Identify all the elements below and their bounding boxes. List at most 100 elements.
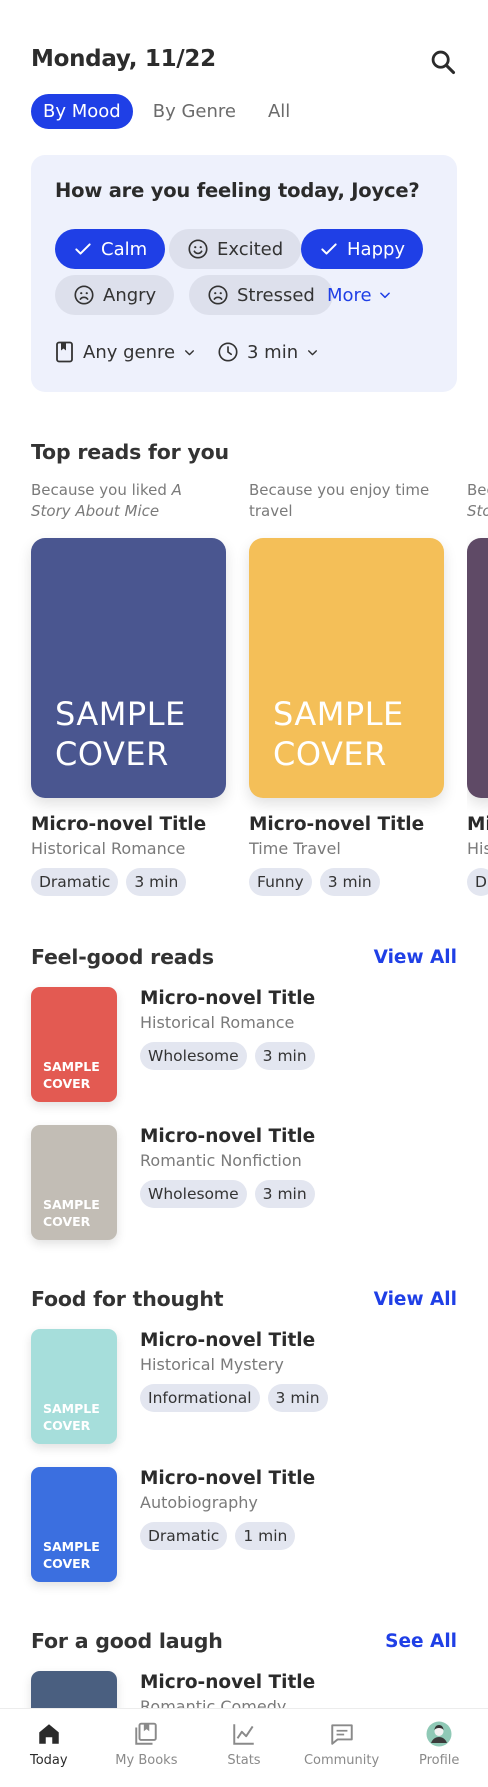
- mood-chip-label: Angry: [103, 284, 157, 306]
- duration-pill: 3 min: [267, 1384, 328, 1412]
- bottom-nav: Today My Books Stats Community Profile: [0, 1708, 488, 1787]
- recommendation-reason: BecSto: [467, 481, 488, 520]
- page-title: Monday, 11/22: [31, 46, 216, 72]
- book-genre: His: [467, 839, 488, 858]
- book-cover: SAMPLE COVER: [31, 987, 117, 1102]
- book-genre: Historical Mystery: [140, 1355, 284, 1374]
- frown-icon: [74, 285, 94, 305]
- book-cover: SAMPLE COVER: [31, 1125, 117, 1240]
- book-title: Micro-novel Title: [140, 988, 316, 1009]
- mood-chip-happy[interactable]: Happy: [301, 229, 424, 269]
- nav-label: Community: [303, 1753, 380, 1768]
- tag-pill: D: [467, 868, 488, 896]
- time-filter[interactable]: 3 min: [217, 341, 319, 363]
- mood-chip-label: Stressed: [237, 284, 315, 306]
- check-icon: [75, 243, 91, 255]
- mood-chip-calm[interactable]: Calm: [55, 229, 166, 269]
- mood-chip-stressed[interactable]: Stressed: [189, 275, 333, 315]
- book-cover: SAMPLE COVER: [249, 538, 444, 798]
- nav-community[interactable]: Community: [293, 1709, 391, 1787]
- nav-label: Stats: [227, 1753, 261, 1768]
- time-filter-label: 3 min: [247, 341, 299, 363]
- books-icon: [135, 1722, 158, 1745]
- book-title: Micro-novel Title: [140, 1468, 316, 1489]
- tab-by-mood[interactable]: By Mood: [31, 94, 133, 129]
- book-genre: Historical Romance: [31, 839, 186, 858]
- recommendation-reason: Because you enjoy time travel: [249, 481, 430, 520]
- header: Monday, 11/22: [31, 46, 457, 80]
- chevron-down-icon: [379, 292, 390, 299]
- book-genre: Romantic Nonfiction: [140, 1151, 302, 1170]
- duration-pill: 3 min: [126, 868, 187, 896]
- list-item[interactable]: SAMPLE COVER Micro-novel Title Historica…: [31, 987, 457, 1102]
- top-read-card[interactable]: Because you enjoy time travel SAMPLE COV…: [249, 480, 444, 896]
- book-title: Micro-novel Title: [140, 1672, 316, 1693]
- nav-label: My Books: [115, 1753, 178, 1768]
- more-moods-button[interactable]: More: [327, 275, 392, 315]
- tag-pill: Funny: [249, 868, 312, 896]
- list-item[interactable]: SAMPLE COVER Micro-novel Title Historica…: [31, 1329, 457, 1444]
- nav-my-books[interactable]: My Books: [98, 1709, 196, 1787]
- list-item[interactable]: SAMPLE COVER Micro-novel Title Romantic …: [31, 1125, 457, 1240]
- filter-tabs: By Mood By Genre All: [31, 94, 310, 129]
- top-read-card-partial[interactable]: BecSto Mi His D: [467, 480, 488, 896]
- book-title: Micro-novel Title: [31, 814, 207, 835]
- bookmark-book-icon: [56, 341, 73, 363]
- mood-card: How are you feeling today, Joyce? Calm E…: [31, 155, 457, 392]
- book-genre: Time Travel: [249, 839, 341, 858]
- book-cover: SAMPLE COVER: [31, 1467, 117, 1582]
- chevron-down-icon: [308, 349, 318, 355]
- mood-chip-label: Calm: [101, 238, 148, 260]
- tab-all[interactable]: All: [256, 94, 302, 129]
- mood-chip-label: Happy: [347, 238, 406, 260]
- list-item[interactable]: SAMPLE COVER Micro-novel Title Autobiogr…: [31, 1467, 457, 1582]
- avatar-icon: [426, 1721, 452, 1747]
- tag-pill: Informational: [140, 1384, 260, 1412]
- feel-good-title: Feel-good reads: [31, 945, 214, 969]
- mood-chip-excited[interactable]: Excited: [169, 229, 302, 269]
- good-laugh-see-all-link[interactable]: See All: [385, 1631, 457, 1652]
- duration-pill: 3 min: [319, 868, 380, 896]
- mood-chip-angry[interactable]: Angry: [55, 275, 175, 315]
- book-title: Micro-novel Title: [249, 814, 425, 835]
- check-icon: [321, 243, 337, 255]
- mood-chip-label: Excited: [217, 238, 284, 260]
- nav-label: Today: [29, 1753, 68, 1768]
- genre-filter[interactable]: Any genre: [55, 341, 196, 363]
- food-for-thought-view-all-link[interactable]: View All: [374, 1289, 457, 1310]
- frown-icon: [208, 285, 228, 305]
- top-reads-title: Top reads for you: [31, 440, 229, 464]
- clock-icon: [218, 342, 238, 362]
- nav-label: Profile: [418, 1753, 460, 1768]
- book-title: Micro-novel Title: [140, 1330, 316, 1351]
- nav-stats[interactable]: Stats: [195, 1709, 293, 1787]
- search-icon[interactable]: [429, 48, 457, 76]
- more-label: More: [327, 284, 372, 306]
- mood-question: How are you feeling today, Joyce?: [55, 179, 420, 202]
- duration-pill: 3 min: [254, 1042, 315, 1070]
- home-icon: [39, 1724, 59, 1744]
- tab-by-genre[interactable]: By Genre: [141, 94, 248, 129]
- duration-pill: 1 min: [235, 1522, 296, 1550]
- tag-pill: Wholesome: [140, 1180, 247, 1208]
- tag-pill: Wholesome: [140, 1042, 247, 1070]
- food-for-thought-title: Food for thought: [31, 1287, 224, 1311]
- smile-icon: [188, 239, 208, 259]
- good-laugh-title: For a good laugh: [31, 1629, 223, 1653]
- nav-today[interactable]: Today: [0, 1709, 98, 1787]
- top-read-card[interactable]: Because you liked A Story About Mice SAM…: [31, 480, 226, 896]
- genre-filter-label: Any genre: [83, 341, 176, 363]
- chart-icon: [233, 1724, 254, 1745]
- tag-pill: Dramatic: [31, 868, 119, 896]
- book-cover: [467, 538, 488, 798]
- book-title: Mi: [467, 814, 488, 835]
- book-genre: Autobiography: [140, 1493, 258, 1512]
- book-cover: SAMPLE COVER: [31, 1329, 117, 1444]
- duration-pill: 3 min: [254, 1180, 315, 1208]
- feel-good-view-all-link[interactable]: View All: [374, 947, 457, 968]
- book-title: Micro-novel Title: [140, 1126, 316, 1147]
- book-genre: Historical Romance: [140, 1013, 295, 1032]
- tag-pill: Dramatic: [140, 1522, 228, 1550]
- recommendation-reason: Because you liked A Story About Mice: [31, 481, 182, 520]
- nav-profile[interactable]: Profile: [390, 1709, 488, 1787]
